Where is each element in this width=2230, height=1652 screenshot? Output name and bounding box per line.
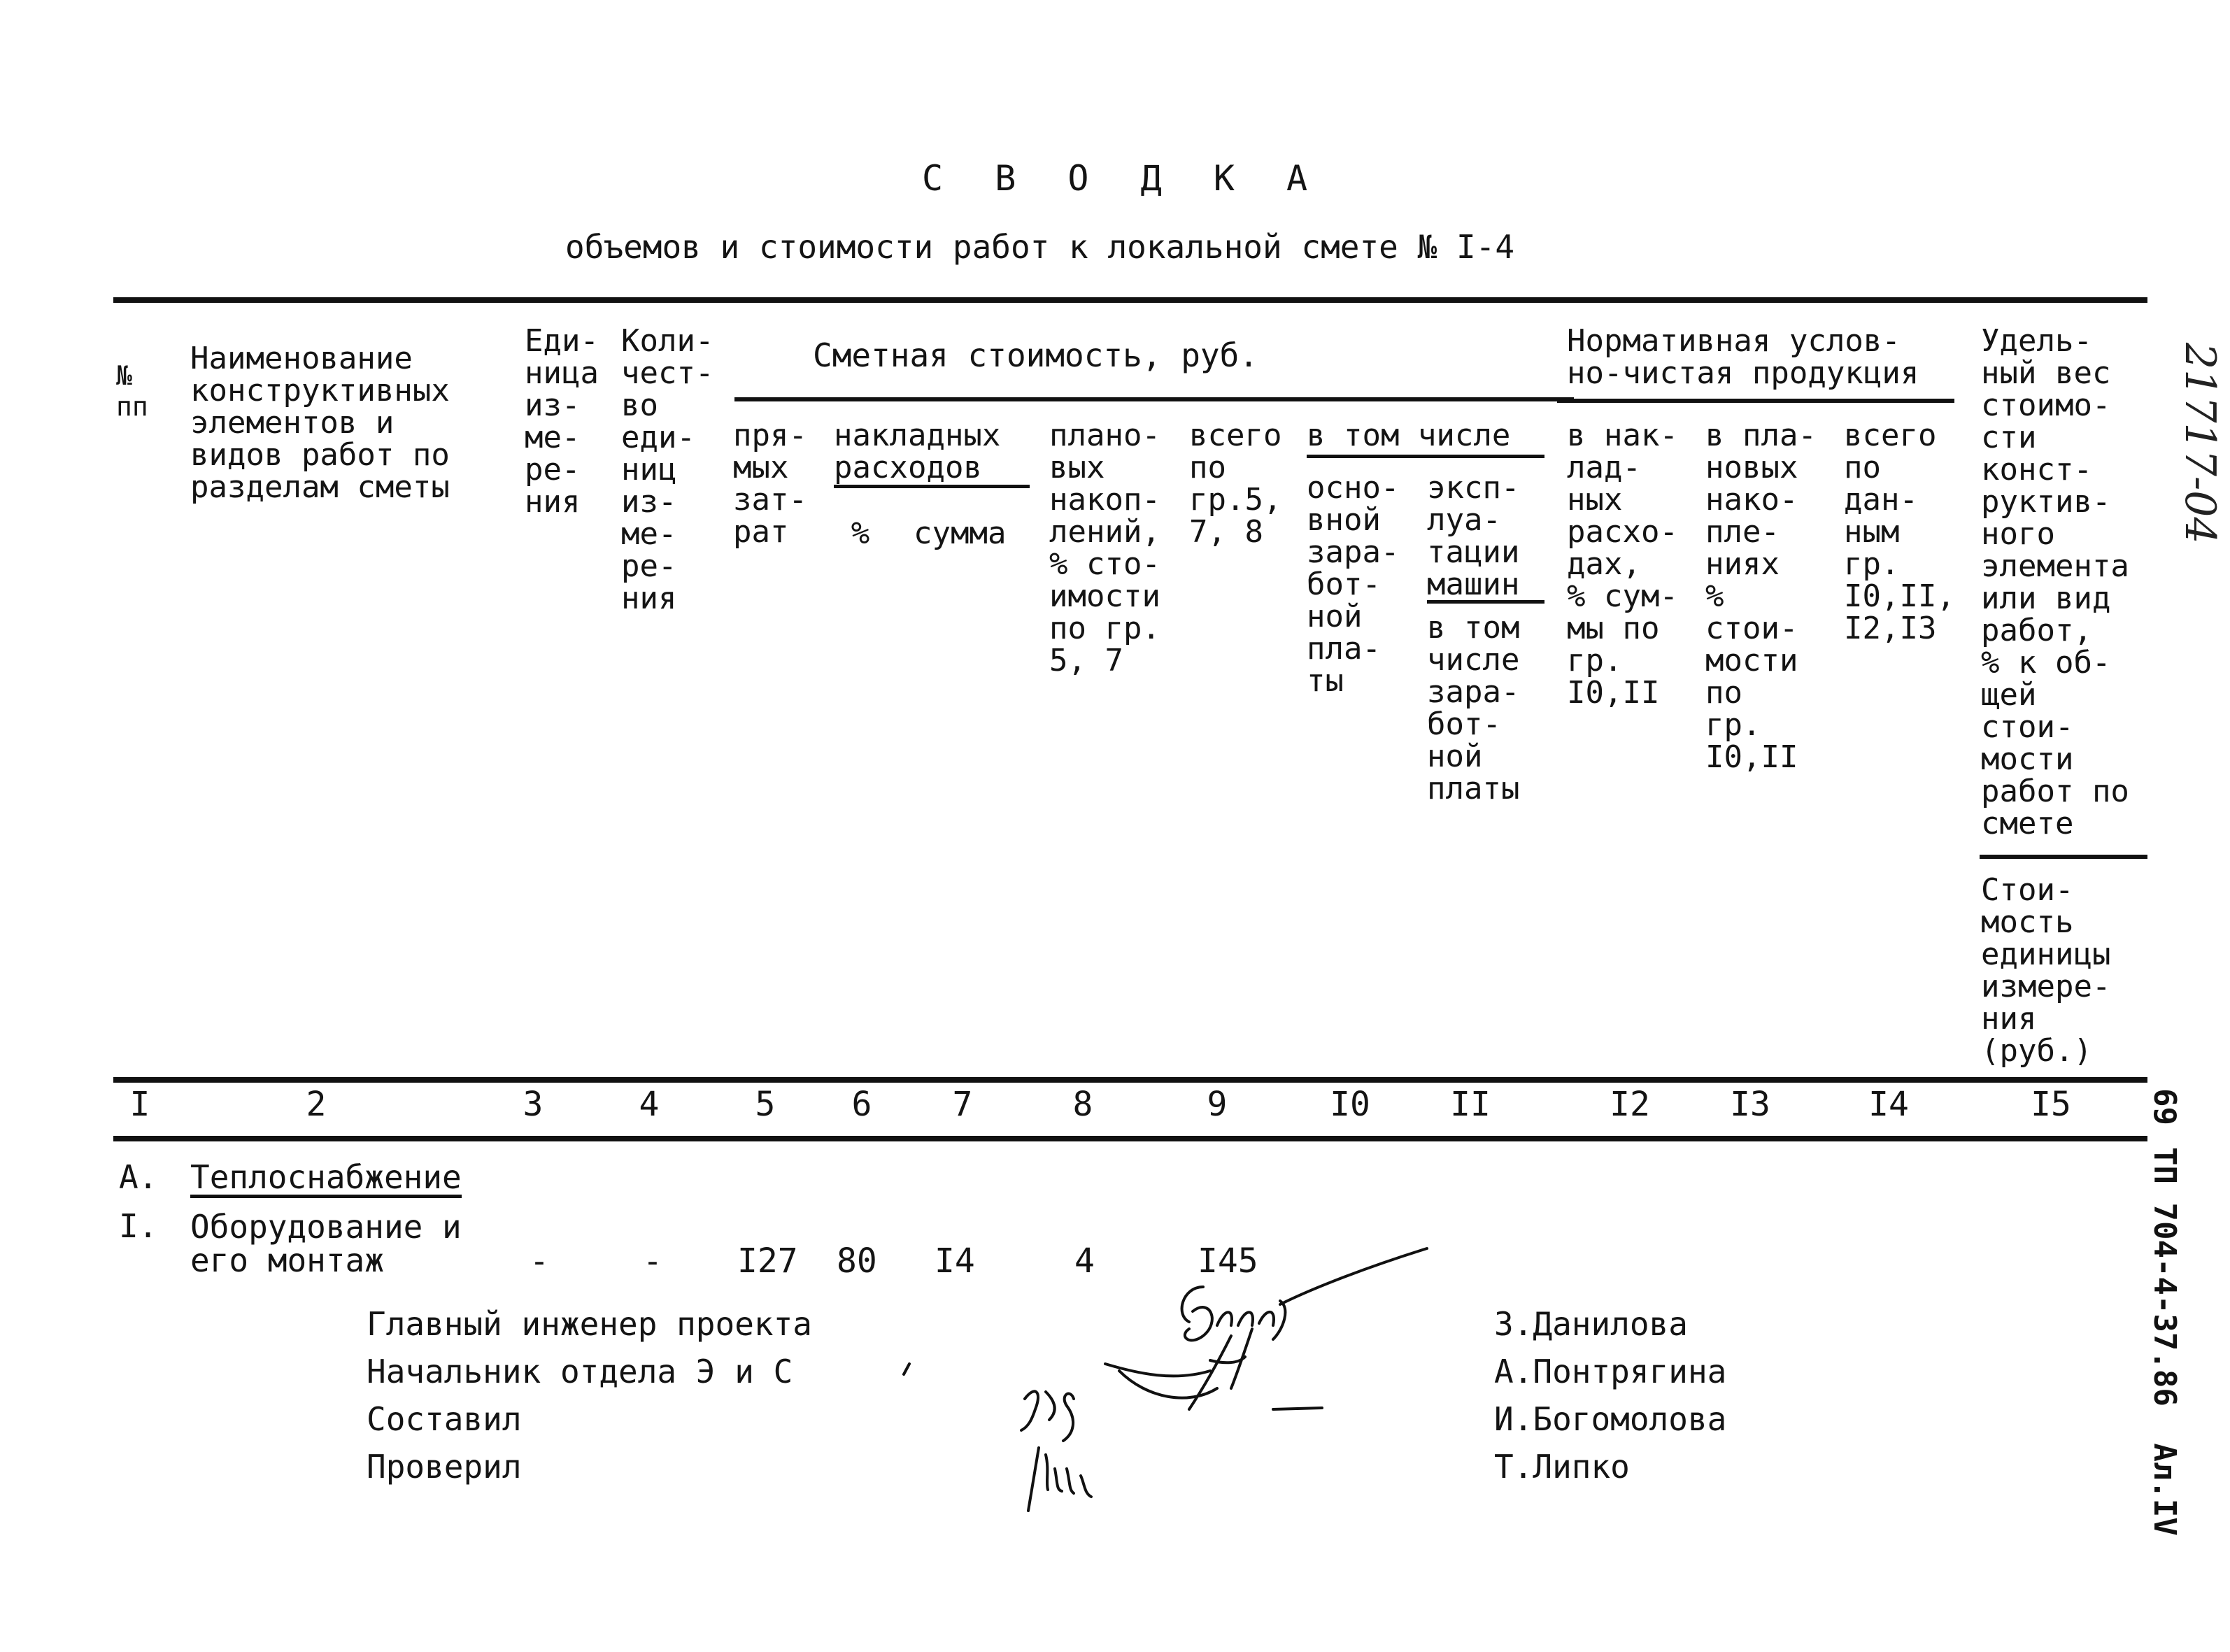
header-unit: Еди- ница из- ме- ре- ния — [525, 323, 599, 520]
section-code: А. — [119, 1158, 158, 1196]
header-group-cost: Сметная стоимость, руб. — [813, 336, 1258, 374]
norm-group-rule — [1557, 399, 1954, 403]
signature-role: Проверил — [367, 1448, 522, 1486]
signature-underline — [1272, 1407, 1323, 1411]
column-number: 8 — [1072, 1085, 1093, 1124]
header-overhead-pct: % — [851, 515, 870, 551]
column-number-bottom-rule — [113, 1136, 2147, 1141]
project-code-text: ТП 704-4-37.86 — [2147, 1147, 2182, 1407]
row-direct-costs: I27 — [737, 1241, 798, 1281]
column-number: 5 — [755, 1085, 776, 1124]
signature-compiler — [1020, 1390, 1075, 1442]
header-norm-group: Нормативная услов- но-чистая продукция — [1567, 323, 1919, 391]
signature-role: Главный инженер проекта — [367, 1305, 812, 1343]
column-number: 6 — [851, 1085, 872, 1124]
column-number: 7 — [952, 1085, 973, 1124]
header-base-wages: осно- вной зара- бот- ной пла- ты — [1307, 470, 1400, 699]
header-unit-cost: Стои- мость единицы измере- ния (руб.) — [1981, 872, 2111, 1069]
header-total: всего по гр.5, 7, 8 — [1189, 418, 1282, 550]
share-rule — [1980, 855, 2147, 859]
signature-name: Т.Липко — [1494, 1448, 1630, 1486]
header-planned-savings: плано- вых накоп- лений, % сто- имости п… — [1049, 418, 1160, 678]
machine-operation-rule — [1427, 600, 1544, 604]
row-number: I. — [119, 1207, 158, 1245]
header-overhead-sum: сумма — [914, 515, 1007, 551]
column-number: I0 — [1330, 1085, 1370, 1124]
column-number: I — [129, 1085, 150, 1124]
header-share: Удель- ный вес стоимо- сти конст- руктив… — [1981, 323, 2129, 841]
header-including-group: в том числе — [1307, 418, 1511, 453]
column-number: II — [1450, 1085, 1491, 1124]
album-text: Ал.IV — [2147, 1443, 2182, 1536]
header-direct-costs: пря- мых зат- рат — [733, 418, 807, 550]
header-number: № пп — [116, 360, 148, 422]
table-top-rule — [113, 297, 2147, 303]
page-number: 69 — [2147, 1088, 2182, 1125]
column-number: I5 — [2031, 1085, 2071, 1124]
header-norm-total: всего по дан- ным гр. I0,II, I2,I3 — [1844, 418, 1955, 646]
section-title: Теплоснабжение — [190, 1161, 462, 1198]
overhead-group-rule — [834, 485, 1030, 488]
column-number: 3 — [523, 1085, 544, 1124]
handwritten-signatures — [902, 1247, 1428, 1512]
signature-role: Начальник отдела Э и С — [367, 1353, 793, 1390]
column-number: 2 — [306, 1085, 327, 1124]
column-number: I2 — [1610, 1085, 1650, 1124]
header-machine-wages: в том числе зара- бот- ной платы — [1427, 610, 1520, 806]
header-name: Наименование конструктивных элементов и … — [190, 341, 450, 505]
header-machine-operation: эксп- луа- тации машин — [1427, 470, 1520, 602]
column-number: 9 — [1207, 1085, 1228, 1124]
column-number: I4 — [1868, 1085, 1909, 1124]
signature-department-head — [1104, 1327, 1254, 1411]
header-norm-overhead: в нак- лад- ных расхо- дах, % сум- мы по… — [1567, 418, 1678, 711]
row-overhead-pct: 80 — [837, 1241, 877, 1281]
signature-checker — [1027, 1446, 1093, 1512]
including-group-rule — [1307, 455, 1544, 458]
document-title: С В О Д К А — [922, 158, 1323, 199]
header-norm-savings: в пла- новых нако- пле- ниях % стои- мос… — [1705, 418, 1817, 775]
cost-group-rule — [734, 397, 1574, 401]
signature-name: А.Понтрягина — [1494, 1353, 1727, 1390]
signature-chief-engineer — [1180, 1247, 1428, 1342]
column-number: I3 — [1730, 1085, 1770, 1124]
signature-name: И.Богомолова — [1494, 1400, 1727, 1438]
column-number: 4 — [639, 1085, 660, 1124]
signature-tick — [902, 1362, 911, 1376]
header-quantity: Коли- чест- во еди- ниц из- ме- ре- ния — [621, 323, 714, 616]
header-bottom-rule — [113, 1077, 2147, 1083]
row-name: Оборудование и его монтаж — [190, 1208, 462, 1279]
row-quantity: - — [643, 1242, 662, 1280]
header-overhead-group: накладных расходов — [834, 418, 1001, 485]
row-overhead-sum: I4 — [935, 1241, 975, 1281]
row-unit: - — [530, 1242, 549, 1280]
document-subtitle: объемов и стоимости работ к локальной см… — [565, 228, 1515, 266]
archive-number: 21717-04 — [2175, 343, 2224, 544]
project-code: ТП 704-4-37.86 Ал.IV — [2147, 1147, 2182, 1536]
signature-name: З.Данилова — [1494, 1305, 1688, 1343]
signature-role: Составил — [367, 1400, 522, 1438]
